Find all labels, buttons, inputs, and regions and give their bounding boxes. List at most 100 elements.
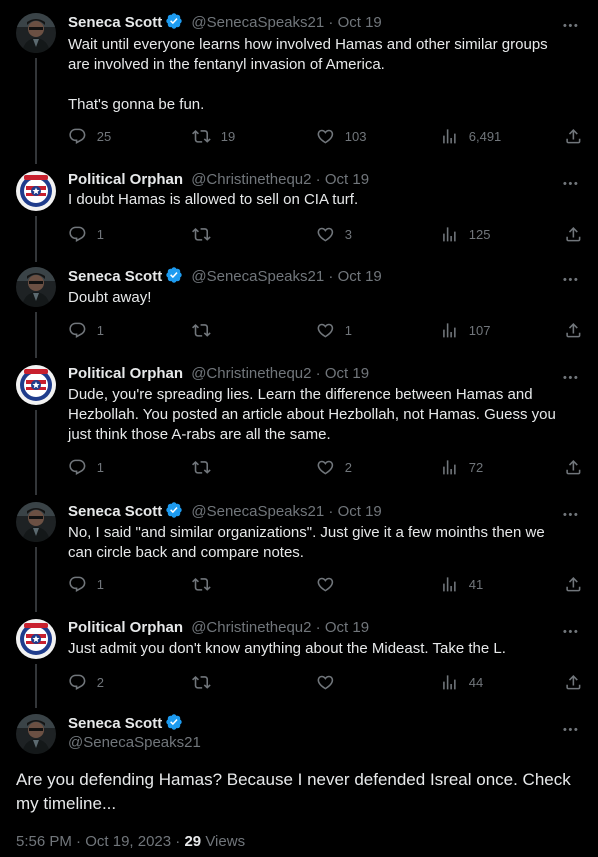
reply-button[interactable]: 1 bbox=[68, 574, 104, 594]
views-button[interactable]: 41 bbox=[440, 574, 483, 594]
like-button[interactable] bbox=[316, 574, 345, 594]
tweet-date[interactable]: Oct 19 bbox=[338, 14, 382, 31]
views-button[interactable]: 44 bbox=[440, 672, 483, 692]
tweet-line: That's gonna be fun. bbox=[68, 96, 205, 113]
tweet-line: I doubt Hamas is allowed to sell on CIA … bbox=[68, 191, 359, 208]
share-icon bbox=[564, 225, 593, 244]
like-button[interactable] bbox=[316, 672, 345, 692]
reply-count: 1 bbox=[96, 459, 104, 475]
avatar[interactable] bbox=[16, 365, 56, 405]
author-name[interactable]: Seneca Scott bbox=[68, 14, 162, 31]
reply-count: 1 bbox=[96, 322, 104, 338]
like-button[interactable]: 2 bbox=[316, 457, 352, 477]
reply-button[interactable]: 2 bbox=[68, 672, 104, 692]
thread-connector bbox=[35, 664, 37, 708]
like-button[interactable]: 3 bbox=[316, 224, 352, 244]
author-handle[interactable]: @Christinethequ2 bbox=[191, 619, 311, 636]
reply-button[interactable]: 25 bbox=[68, 126, 111, 146]
avatar[interactable] bbox=[16, 13, 56, 53]
thread-connector bbox=[35, 547, 37, 612]
author-handle[interactable]: @Christinethequ2 bbox=[191, 365, 311, 382]
tweet-actions: 25 19 103 6,491 bbox=[68, 126, 584, 146]
author-name[interactable]: Political Orphan bbox=[68, 365, 183, 382]
tweet-date[interactable]: Oct 19 bbox=[325, 171, 369, 188]
repost-button[interactable]: 19 bbox=[192, 126, 235, 146]
avatar[interactable] bbox=[16, 171, 56, 211]
share-button[interactable] bbox=[564, 672, 593, 692]
share-button[interactable] bbox=[564, 224, 593, 244]
tweet-line: Dude, you're spreading lies. Learn the d… bbox=[68, 386, 556, 443]
views-icon bbox=[440, 673, 469, 692]
views-button[interactable]: 107 bbox=[440, 320, 490, 340]
repost-icon bbox=[192, 575, 221, 594]
avatar[interactable] bbox=[16, 502, 56, 542]
tweet-date[interactable]: Oct 19 bbox=[338, 268, 382, 285]
repost-icon bbox=[192, 127, 221, 146]
author-handle[interactable]: @SenecaSpeaks21 bbox=[191, 14, 324, 31]
meta-separator: · bbox=[315, 171, 321, 188]
author-name-text[interactable]: Seneca Scott bbox=[68, 715, 162, 732]
tweet-time[interactable]: 5:56 PM bbox=[16, 833, 72, 850]
author-name[interactable]: Seneca Scott bbox=[68, 268, 162, 285]
tweet-date[interactable]: Oct 19 bbox=[325, 365, 369, 382]
repost-button[interactable] bbox=[192, 672, 221, 692]
author-name[interactable]: Seneca Scott bbox=[68, 503, 162, 520]
repost-icon bbox=[192, 321, 221, 340]
author-name[interactable]: Political Orphan bbox=[68, 171, 183, 188]
reply-button[interactable]: 1 bbox=[68, 224, 104, 244]
views-button[interactable]: 125 bbox=[440, 224, 490, 244]
more-icon[interactable] bbox=[561, 720, 580, 744]
reply-count: 2 bbox=[96, 674, 104, 690]
avatar[interactable] bbox=[16, 619, 56, 659]
reply-button[interactable]: 1 bbox=[68, 457, 104, 477]
heart-icon bbox=[316, 321, 345, 340]
like-button[interactable]: 103 bbox=[316, 126, 366, 146]
author-handle[interactable]: @SenecaSpeaks21 bbox=[191, 503, 324, 520]
tweet-date[interactable]: Oct 19, 2023 bbox=[85, 833, 171, 850]
views-count: 6,491 bbox=[468, 128, 502, 144]
tweet-header: Political Orphan @Christinethequ2 · Oct … bbox=[68, 618, 369, 638]
tweet-actions: 1 1 107 bbox=[68, 320, 584, 340]
tweet-header: Political Orphan @Christinethequ2 · Oct … bbox=[68, 364, 369, 384]
avatar[interactable] bbox=[16, 267, 56, 307]
share-button[interactable] bbox=[564, 574, 593, 594]
tweet-line: Just admit you don't know anything about… bbox=[68, 640, 506, 657]
repost-button[interactable] bbox=[192, 320, 221, 340]
share-button[interactable] bbox=[564, 126, 593, 146]
repost-button[interactable] bbox=[192, 457, 221, 477]
reply-button[interactable]: 1 bbox=[68, 320, 104, 340]
meta-separator: · bbox=[328, 268, 334, 285]
author-handle[interactable]: @Christinethequ2 bbox=[191, 171, 311, 188]
reply-icon bbox=[68, 673, 97, 692]
tweet-text: Are you defending Hamas? Because I never… bbox=[16, 770, 571, 813]
tweet-text: Wait until everyone learns how involved … bbox=[68, 35, 568, 115]
like-button[interactable]: 1 bbox=[316, 320, 352, 340]
tweet-header: Political Orphan @Christinethequ2 · Oct … bbox=[68, 170, 369, 190]
tweet-text: Dude, you're spreading lies. Learn the d… bbox=[68, 385, 568, 445]
tweet-date[interactable]: Oct 19 bbox=[325, 619, 369, 636]
author-name[interactable]: Political Orphan bbox=[68, 619, 183, 636]
share-button[interactable] bbox=[564, 320, 593, 340]
avatar-seneca-scott[interactable] bbox=[16, 714, 56, 754]
author-handle[interactable]: @SenecaSpeaks21 bbox=[191, 268, 324, 285]
heart-icon bbox=[316, 575, 345, 594]
tweet-actions: 1 41 bbox=[68, 574, 584, 594]
tweet-date[interactable]: Oct 19 bbox=[338, 503, 382, 520]
reply-icon bbox=[68, 225, 97, 244]
like-count: 3 bbox=[344, 226, 352, 242]
heart-icon bbox=[316, 673, 345, 692]
author-handle[interactable]: @SenecaSpeaks21 bbox=[68, 733, 201, 753]
tweet-actions: 1 3 125 bbox=[68, 224, 584, 244]
tweet-header: Seneca Scott @SenecaSpeaks21 · Oct 19 bbox=[68, 266, 382, 286]
reply-icon bbox=[68, 458, 97, 477]
share-button[interactable] bbox=[564, 457, 593, 477]
views-count: 29 bbox=[184, 833, 202, 850]
views-button[interactable]: 72 bbox=[440, 457, 483, 477]
tweet-header: Seneca Scott @SenecaSpeaks21 · Oct 19 bbox=[68, 12, 382, 32]
repost-button[interactable] bbox=[192, 574, 221, 594]
tweet-actions: 1 2 72 bbox=[68, 457, 584, 477]
reply-count: 25 bbox=[96, 128, 112, 144]
repost-button[interactable] bbox=[192, 224, 221, 244]
repost-count: 19 bbox=[220, 128, 236, 144]
views-button[interactable]: 6,491 bbox=[440, 126, 501, 146]
